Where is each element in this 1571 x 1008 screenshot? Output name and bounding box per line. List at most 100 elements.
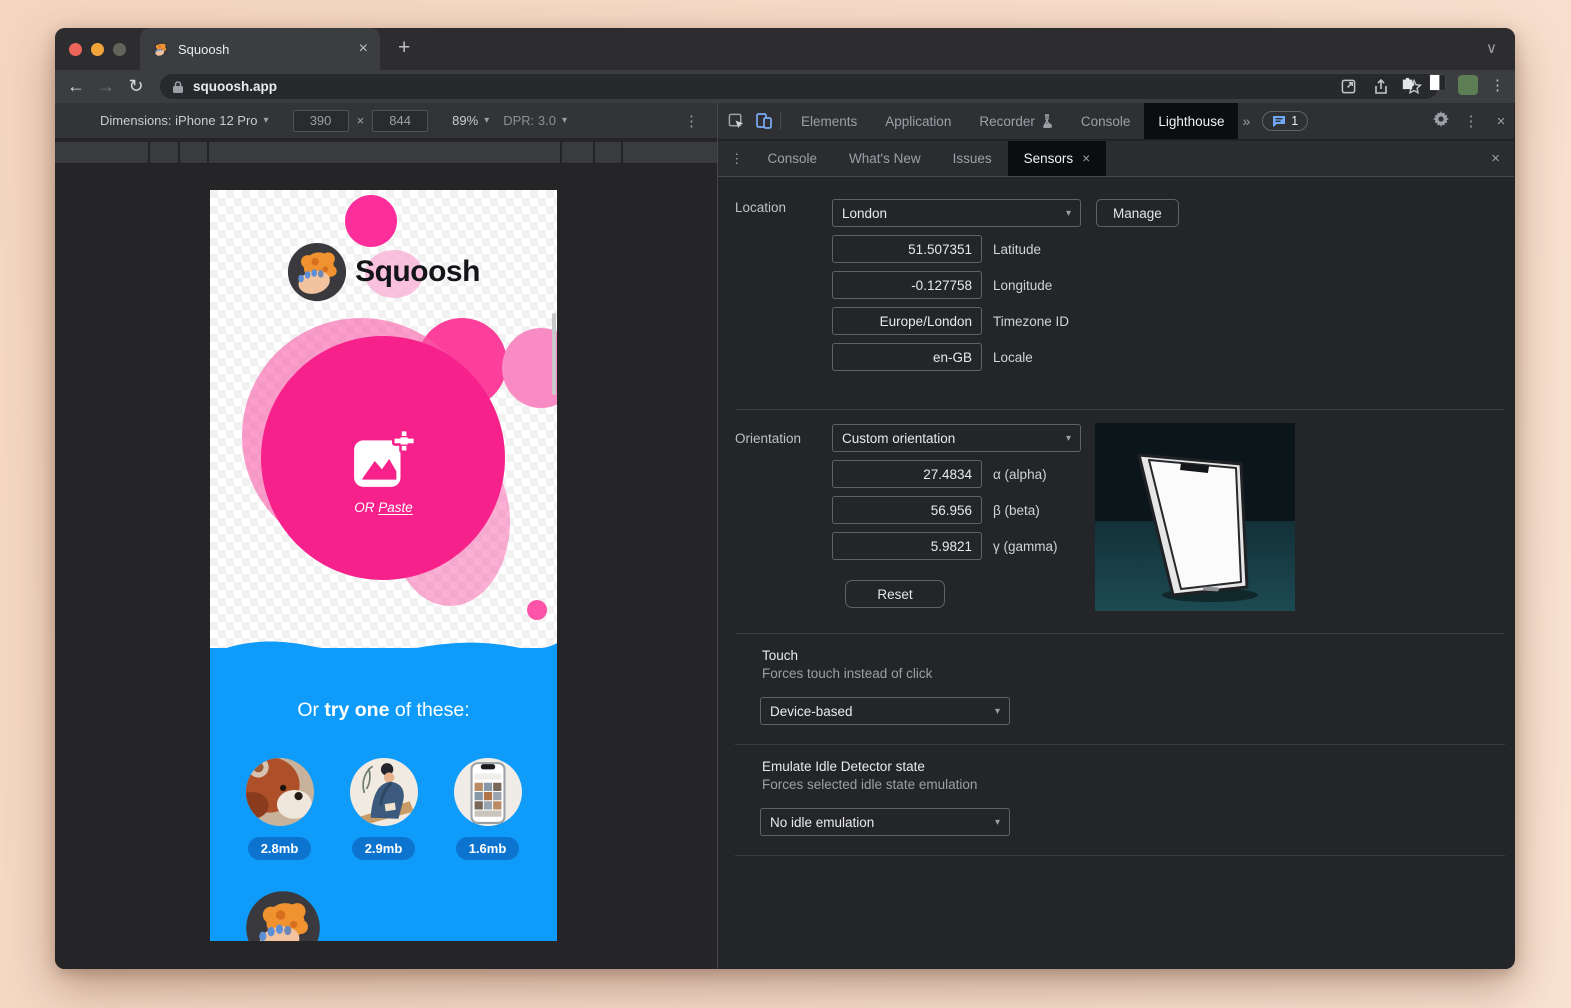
tab-lighthouse[interactable]: Lighthouse	[1144, 103, 1238, 139]
location-select[interactable]: London▾	[832, 199, 1081, 227]
open-in-new-icon[interactable]	[1336, 79, 1360, 94]
devtools-close-icon[interactable]: ×	[1488, 113, 1514, 130]
devtools-pane: Elements Application Recorder Console Li…	[718, 103, 1514, 969]
timezone-input[interactable]	[832, 307, 982, 335]
drawer-tab-sensors[interactable]: Sensors ×	[1008, 141, 1106, 176]
viewport-height-input[interactable]: 844	[372, 110, 428, 132]
page-scrollbar-thumb[interactable]	[552, 313, 556, 395]
gamma-input[interactable]	[832, 532, 982, 560]
idle-title: Emulate Idle Detector state	[762, 759, 925, 774]
beta-input[interactable]	[832, 496, 982, 524]
tab-close-icon[interactable]: ×	[359, 40, 368, 58]
devtools-controls: ⋮ ×	[1428, 111, 1514, 131]
sample-images-row: 2.8mb	[210, 758, 557, 860]
minimize-window-button[interactable]	[91, 43, 104, 56]
drawer-close-icon[interactable]: ×	[1491, 150, 1500, 167]
viewport-width-input[interactable]: 390	[293, 110, 349, 132]
orientation-phone-preview[interactable]	[1095, 423, 1295, 611]
squoosh-hand-icon	[287, 242, 347, 302]
idle-select[interactable]: No idle emulation▾	[760, 808, 1010, 836]
profile-avatar[interactable]	[1458, 75, 1478, 95]
inspect-element-icon[interactable]	[726, 113, 746, 130]
settings-gear-icon[interactable]	[1428, 111, 1454, 131]
more-tabs-icon[interactable]: »	[1242, 113, 1250, 129]
alpha-label: α (alpha)	[993, 467, 1047, 482]
tab-elements[interactable]: Elements	[787, 103, 871, 139]
squoosh-bottom-logo	[245, 890, 321, 941]
alpha-input[interactable]	[832, 460, 982, 488]
sensors-tab-close-icon[interactable]: ×	[1082, 151, 1090, 166]
tab-recorder[interactable]: Recorder	[965, 103, 1067, 139]
browser-toolbar: ← → ↻ squoosh.app	[55, 70, 1515, 103]
toolbar-separator	[780, 112, 781, 130]
back-button[interactable]: ←	[61, 76, 91, 97]
sample-red-panda[interactable]: 2.8mb	[246, 758, 314, 860]
browser-menu-kebab-icon[interactable]: ⋮	[1490, 76, 1505, 94]
reload-button[interactable]: ↻	[121, 76, 151, 97]
window-titlebar: Squoosh × + ∨	[55, 28, 1515, 70]
tab-application[interactable]: Application	[871, 103, 965, 139]
select-caret-icon: ▾	[995, 817, 1000, 828]
tab-search-chevron-icon[interactable]: ∨	[1486, 39, 1497, 57]
sample-size-badge: 1.6mb	[456, 837, 520, 860]
sample-artwork[interactable]: 2.9mb	[350, 758, 418, 860]
tab-console[interactable]: Console	[1067, 103, 1145, 139]
browser-tab[interactable]: Squoosh ×	[140, 28, 380, 70]
browser-window: Squoosh × + ∨ ← → ↻ squoosh.app	[55, 28, 1515, 969]
device-dimensions-select[interactable]: Dimensions: iPhone 12 Pro	[100, 113, 258, 128]
longitude-label: Longitude	[993, 278, 1052, 293]
longitude-input[interactable]	[832, 271, 982, 299]
window-controls	[69, 43, 126, 56]
maximize-window-button[interactable]	[113, 43, 126, 56]
url-text: squoosh.app	[193, 79, 1327, 94]
artwork-image[interactable]	[350, 758, 418, 826]
share-icon[interactable]	[1369, 79, 1393, 95]
reset-orientation-button[interactable]: Reset	[845, 580, 945, 608]
devtools-menu-kebab-icon[interactable]: ⋮	[1458, 112, 1484, 130]
drawer-tab-issues[interactable]: Issues	[937, 141, 1008, 176]
touch-select[interactable]: Device-based▾	[760, 697, 1010, 725]
manage-locations-button[interactable]: Manage	[1096, 199, 1179, 227]
zoom-select[interactable]: 89%	[452, 113, 478, 128]
latitude-input[interactable]	[832, 235, 982, 263]
pink-blob-right-edge	[502, 328, 557, 408]
sample-size-badge: 2.9mb	[352, 837, 416, 860]
squoosh-logo-text: Squoosh	[355, 255, 480, 289]
locale-input[interactable]	[832, 343, 982, 371]
media-query-ruler	[55, 142, 717, 164]
device-emulation-pane: Dimensions: iPhone 12 Pro ▾ 390 × 844 89…	[55, 103, 718, 969]
drawer-tab-whats-new[interactable]: What's New	[833, 141, 937, 176]
latitude-label: Latitude	[993, 242, 1041, 257]
tab-title: Squoosh	[178, 42, 350, 57]
select-caret-icon: ▾	[1066, 208, 1071, 219]
side-panel-icon[interactable]	[1429, 74, 1446, 96]
orientation-label: Orientation	[735, 431, 801, 446]
image-drop-zone[interactable]: OR Paste	[210, 427, 557, 515]
orientation-select[interactable]: Custom orientation▾	[832, 424, 1081, 452]
dpr-select[interactable]: DPR: 3.0	[503, 113, 556, 128]
window-content: Dimensions: iPhone 12 Pro ▾ 390 × 844 89…	[55, 103, 1515, 969]
close-window-button[interactable]	[69, 43, 82, 56]
drawer-kebab-icon[interactable]: ⋮	[730, 151, 744, 167]
address-bar[interactable]: squoosh.app	[160, 74, 1438, 99]
forward-button[interactable]: →	[91, 76, 121, 97]
sample-size-badge: 2.8mb	[248, 837, 312, 860]
add-image-icon[interactable]	[351, 427, 417, 493]
extensions-puzzle-icon[interactable]	[1400, 74, 1417, 96]
phone-screenshot-image[interactable]	[454, 758, 522, 826]
red-panda-image[interactable]	[246, 758, 314, 826]
experiment-flask-icon	[1041, 114, 1053, 128]
device-toolbar-toggle-icon[interactable]	[754, 112, 774, 130]
drawer-tab-console[interactable]: Console	[752, 141, 834, 176]
device-toolbar-kebab-icon[interactable]: ⋮	[684, 112, 699, 130]
paste-link[interactable]: Paste	[378, 500, 413, 515]
issues-message-badge[interactable]: 1	[1262, 111, 1308, 131]
new-tab-button[interactable]: +	[398, 36, 410, 60]
beta-label: β (beta)	[993, 503, 1040, 518]
timezone-label: Timezone ID	[993, 314, 1069, 329]
locale-label: Locale	[993, 350, 1033, 365]
idle-description: Forces selected idle state emulation	[762, 777, 977, 792]
sample-phone-shot[interactable]: 1.6mb	[454, 758, 522, 860]
dimensions-times-label: ×	[357, 113, 365, 128]
try-one-heading: Or try one of these:	[210, 699, 557, 722]
